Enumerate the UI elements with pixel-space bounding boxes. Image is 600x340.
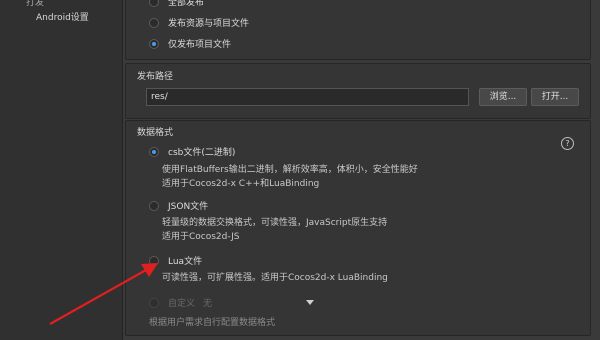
radio-publish-all[interactable]: 全部发布 xyxy=(149,0,204,8)
radio-lua-format[interactable]: Lua文件 xyxy=(149,254,202,267)
radio-label: Lua文件 xyxy=(168,257,203,267)
sidebar: 打发 Android设置 xyxy=(0,0,123,340)
radio-label: 仅发布项目文件 xyxy=(168,40,232,50)
sidebar-item-cut[interactable]: 打发 xyxy=(26,0,44,8)
json-description: 轻量级的数据交换格式，可读性强，JavaScript原生支持 适用于Cocos2… xyxy=(162,216,387,244)
csb-description: 使用FlatBuffers输出二进制，解析效率高，体积小，安全性能好 适用于Co… xyxy=(162,163,418,191)
radio-publish-project-only[interactable]: 仅发布项目文件 xyxy=(149,37,231,50)
radio-label: JSON文件 xyxy=(168,202,209,212)
radio-label: 全部发布 xyxy=(168,0,205,8)
description-line: 可读性强，可扩展性强。适用于Cocos2d-x LuaBinding xyxy=(162,273,388,283)
radio-publish-resources-and-project[interactable]: 发布资源与项目文件 xyxy=(149,16,249,29)
data-format-panel: 数据格式 ? csb文件(二进制) 使用FlatBuffers输出二进制，解析效… xyxy=(125,120,591,336)
publish-content-panel: 全部发布 发布资源与项目文件 仅发布项目文件 xyxy=(125,0,591,60)
chevron-down-icon[interactable] xyxy=(306,300,314,305)
radio-button[interactable] xyxy=(149,255,159,266)
description-line: 轻量级的数据交换格式，可读性强，JavaScript原生支持 xyxy=(162,218,388,228)
radio-button[interactable] xyxy=(149,0,159,7)
description-line: 适用于Cocos2d-JS xyxy=(162,232,240,242)
description-line: 适用于Cocos2d-x C++和LuaBinding xyxy=(162,179,320,189)
sidebar-item-android-settings[interactable]: Android设置 xyxy=(36,10,89,23)
radio-button[interactable] xyxy=(149,297,159,308)
help-icon[interactable]: ? xyxy=(561,137,574,150)
description-line: 使用FlatBuffers输出二进制，解析效率高，体积小，安全性能好 xyxy=(162,165,418,175)
publish-path-title: 发布路径 xyxy=(137,72,174,82)
description-line: 根据用户需求自行配置数据格式 xyxy=(149,318,276,328)
open-button[interactable]: 打开... xyxy=(531,88,579,106)
radio-button[interactable] xyxy=(149,17,159,28)
radio-csb-format[interactable]: csb文件(二进制) xyxy=(149,145,235,158)
publish-path-panel: 发布路径 res/ 浏览... 打开... xyxy=(125,63,591,119)
radio-button[interactable] xyxy=(149,38,159,49)
radio-label: csb文件(二进制) xyxy=(168,148,236,158)
browse-button[interactable]: 浏览... xyxy=(479,88,527,106)
radio-button[interactable] xyxy=(149,146,159,157)
radio-json-format[interactable]: JSON文件 xyxy=(149,199,208,212)
lua-description: 可读性强，可扩展性强。适用于Cocos2d-x LuaBinding xyxy=(162,271,388,285)
radio-custom-format[interactable]: 自定义 xyxy=(149,296,195,309)
custom-format-select[interactable]: 无 xyxy=(203,296,212,309)
radio-label: 自定义 xyxy=(168,299,196,309)
radio-button[interactable] xyxy=(149,200,159,211)
data-format-title: 数据格式 xyxy=(137,128,174,138)
custom-description: 根据用户需求自行配置数据格式 xyxy=(149,316,275,330)
radio-label: 发布资源与项目文件 xyxy=(168,19,250,29)
publish-path-input[interactable]: res/ xyxy=(146,88,469,106)
